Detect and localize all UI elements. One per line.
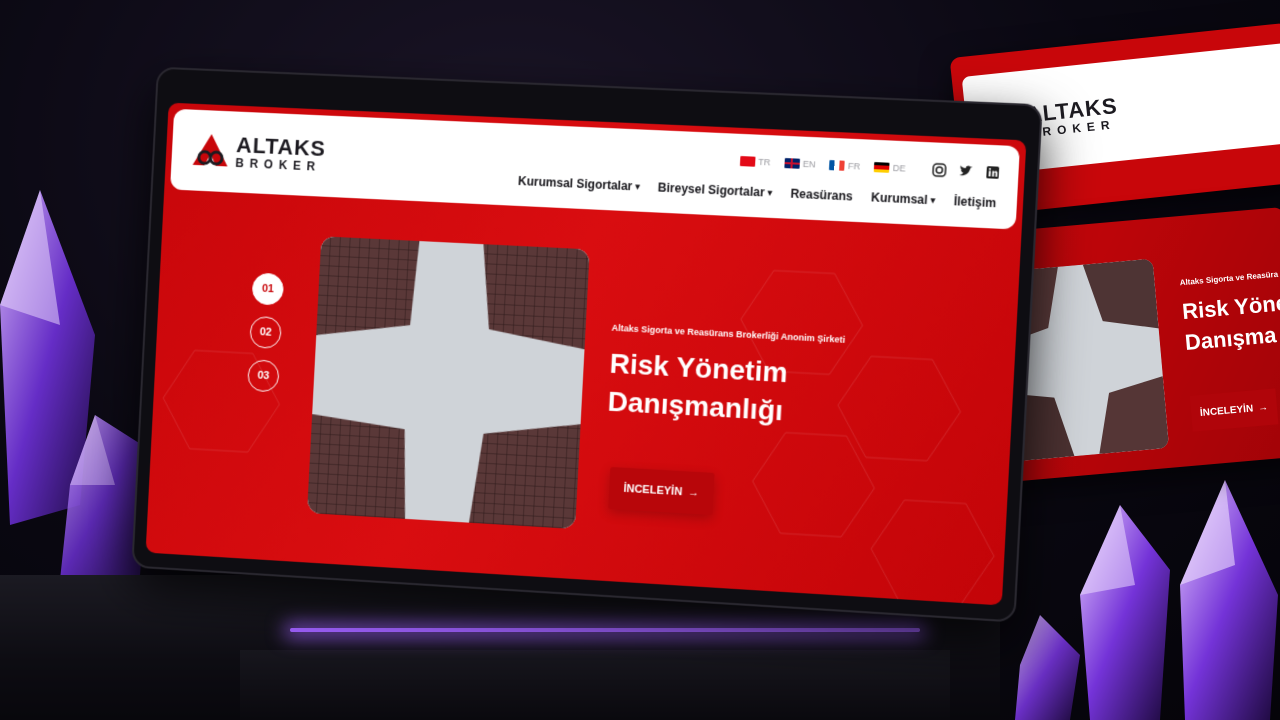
chevron-down-icon: ▾ [930, 194, 936, 205]
inceleyin-button[interactable]: İNCELEYİN → [608, 466, 715, 516]
nav-item-iletisim[interactable]: İletişim [953, 194, 996, 210]
slide-content: Altaks Sigorta ve Reasürans Brokerliği A… [607, 323, 874, 435]
lang-label: DE [892, 162, 906, 174]
nav-label: Reasürans [790, 186, 854, 204]
social-links [932, 163, 1000, 180]
panel-kicker: Altaks Sigorta ve Reasüra [1179, 269, 1279, 288]
lang-en[interactable]: EN [784, 158, 816, 170]
lang-label: TR [758, 156, 771, 168]
website-screen: ALTAKS BROKER TR EN FR DE Kurumsal Sigor… [145, 102, 1027, 606]
pedestal-glow-strip [290, 628, 920, 632]
lang-label: EN [802, 158, 816, 170]
chevron-down-icon: ▾ [767, 187, 773, 198]
nav-label: Kurumsal Sigortalar [517, 173, 633, 194]
language-switcher: TR EN FR DE [739, 156, 906, 174]
slide-title: Risk Yönetim Danışmanlığı [607, 347, 789, 427]
nav-item-bireysel-sigortalar[interactable]: Bireysel Sigortalar ▾ [658, 180, 773, 199]
nav-item-kurumsal[interactable]: Kurumsal ▾ [871, 190, 936, 207]
instagram-icon[interactable] [932, 163, 947, 178]
slider-pagination: 01 02 03 [247, 272, 285, 393]
monitor: ALTAKS BROKER TR EN FR DE Kurumsal Sigor… [131, 66, 1043, 623]
cta-label: İNCELEYİN [623, 482, 683, 499]
turkey-flag-icon [739, 156, 756, 167]
lang-tr[interactable]: TR [739, 156, 771, 168]
nav-label: Kurumsal [870, 190, 929, 208]
nav-label: İletişim [953, 194, 997, 211]
nav-label: Bireysel Sigortalar [657, 180, 766, 200]
logo-sub: BROKER [235, 155, 322, 174]
altaks-logo-icon [191, 133, 230, 168]
slider-dot-1[interactable]: 01 [251, 272, 285, 306]
slider-dot-3[interactable]: 03 [247, 359, 280, 393]
chevron-down-icon: ▾ [635, 180, 641, 192]
nav-item-kurumsal-sigortalar[interactable]: Kurumsal Sigortalar ▾ [518, 174, 640, 194]
lang-label: FR [847, 160, 861, 172]
uk-flag-icon [784, 158, 801, 169]
lang-de[interactable]: DE [874, 162, 906, 174]
france-flag-icon [829, 160, 846, 171]
site-logo[interactable]: ALTAKS BROKER [191, 131, 327, 173]
slide-building-image [307, 236, 590, 530]
nav-item-reasurans[interactable]: Reasürans [790, 187, 853, 204]
main-nav: Kurumsal Sigortalar ▾ Bireysel Sigortala… [518, 174, 997, 210]
pedestal-step [240, 650, 950, 720]
germany-flag-icon [874, 162, 891, 173]
panel-cta-label: İNCELEYİN [1199, 402, 1254, 419]
linkedin-icon[interactable] [985, 165, 1000, 180]
panel-cta-button[interactable]: İNCELEYİN → [1189, 388, 1279, 432]
twitter-icon[interactable] [958, 164, 973, 179]
arrow-right-icon: → [1257, 401, 1269, 414]
purple-crystal-right [1015, 480, 1278, 720]
arrow-right-icon: → [687, 486, 700, 500]
slider-dot-2[interactable]: 02 [249, 315, 282, 350]
lang-fr[interactable]: FR [829, 160, 861, 172]
